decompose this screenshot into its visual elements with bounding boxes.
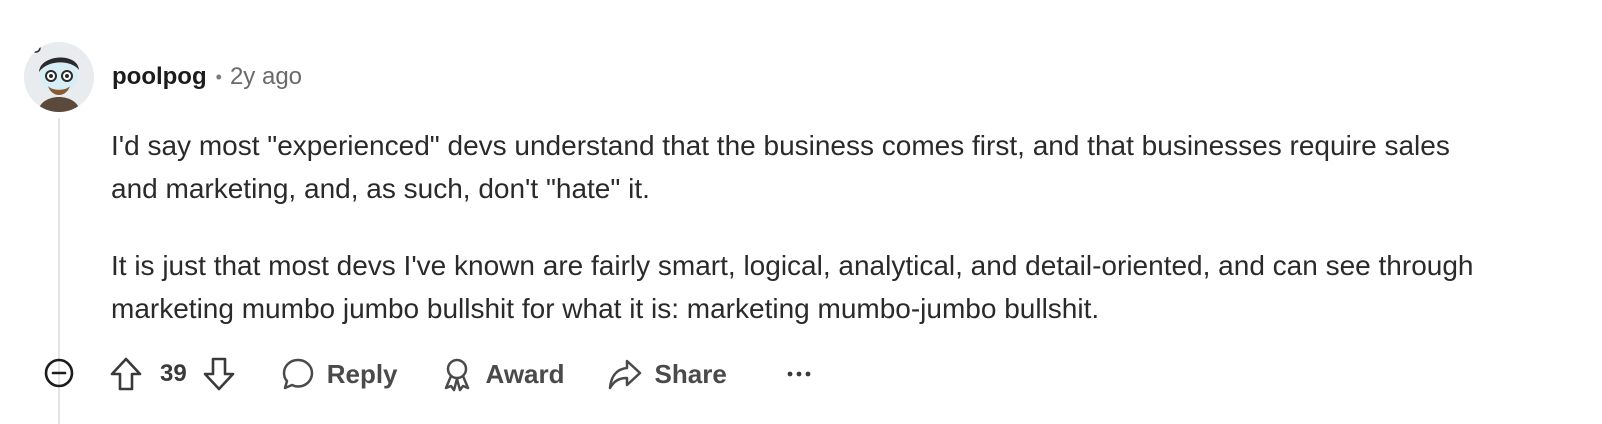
comment-timestamp[interactable]: 2y ago <box>230 63 302 91</box>
speech-bubble-icon <box>282 358 313 390</box>
comment-header: poolpog • 2y ago <box>112 60 302 94</box>
meta-separator: • <box>215 66 222 87</box>
comment-body: I'd say most "experienced" devs understa… <box>111 124 1491 364</box>
award-button[interactable]: Award <box>440 356 565 392</box>
comment-paragraph: I'd say most "experienced" devs understa… <box>111 130 1450 204</box>
comment-actions: 39 Reply Award Share <box>106 352 813 396</box>
downvote-button[interactable] <box>199 354 239 394</box>
reply-label: Reply <box>326 358 398 389</box>
collapse-minus-icon <box>44 358 74 388</box>
more-options-button[interactable] <box>785 354 813 394</box>
share-label: Share <box>654 358 727 389</box>
award-label: Award <box>485 358 565 389</box>
upvote-button[interactable] <box>106 354 146 394</box>
award-ribbon-icon <box>444 358 469 392</box>
share-arrow-icon <box>608 359 641 390</box>
comment: poolpog • 2y ago I'd say most "experienc… <box>0 0 1602 424</box>
comment-paragraph: It is just that most devs I've known are… <box>111 250 1474 324</box>
vote-control: 39 <box>106 354 239 394</box>
arrow-down-icon <box>203 357 235 391</box>
ellipsis-icon <box>787 371 811 377</box>
reply-button[interactable]: Reply <box>281 357 398 391</box>
collapse-button[interactable] <box>42 356 76 390</box>
vote-score: 39 <box>160 360 187 387</box>
arrow-up-icon <box>110 357 142 391</box>
avatar[interactable] <box>24 42 94 112</box>
author-name[interactable]: poolpog <box>112 63 207 91</box>
share-button[interactable]: Share <box>607 357 727 391</box>
avatar-image <box>24 42 94 112</box>
